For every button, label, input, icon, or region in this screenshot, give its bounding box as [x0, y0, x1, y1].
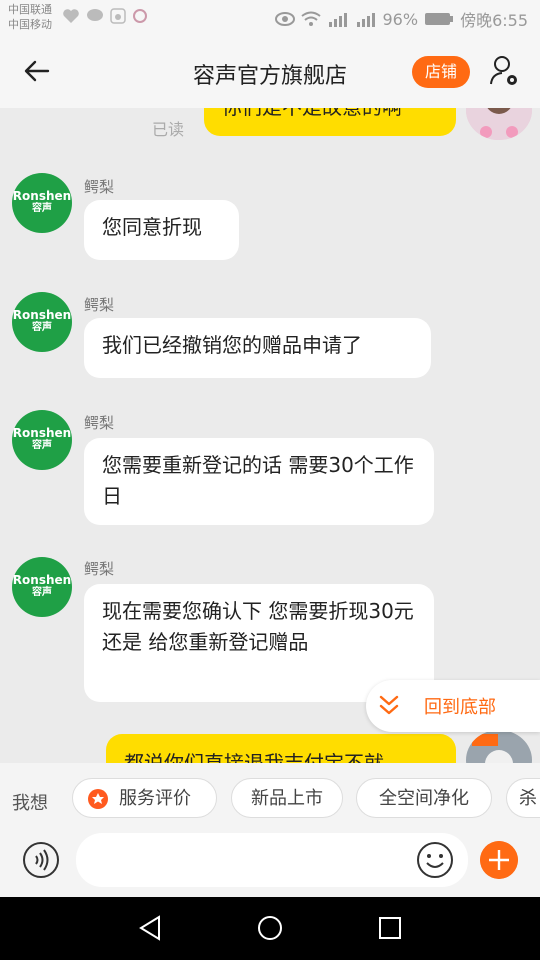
agent-avatar[interactable]: Ronshen 容声	[12, 173, 72, 233]
agent-avatar[interactable]: Ronshen 容声	[12, 557, 72, 617]
status-bar: 中国联通 中国移动 96% 傍晚6:55	[0, 0, 540, 36]
eye-icon	[274, 12, 295, 26]
avatar-brand: Ronshen	[12, 189, 72, 203]
my-message-bubble: 都说你们直接退我吉付宝不就	[106, 734, 456, 763]
nav-recents-icon[interactable]	[378, 916, 402, 940]
my-message-bubble: 你们是不是故意的啊	[204, 108, 456, 136]
sender-name: 鳄梨	[84, 178, 115, 196]
system-nav-bar	[0, 897, 540, 960]
status-right: 96% 傍晚6:55	[274, 7, 528, 31]
message-text: 我们已经撤销您的赠品申请了	[102, 333, 362, 357]
chip-label: 服务评价	[119, 788, 191, 809]
shop-button[interactable]: 店铺	[412, 56, 470, 88]
my-avatar[interactable]	[466, 730, 532, 763]
avatar-brand: Ronshen	[12, 573, 72, 587]
quick-reply-bar: 我想 服务评价 新品上市 全空间净化 杀	[0, 763, 540, 833]
message-text: 现在需要您确认下 您需要折现30元 还是 给您重新登记赠品	[102, 599, 414, 654]
chip-label: 杀	[519, 788, 537, 809]
my-message-text: 你们是不是故意的啊	[222, 108, 402, 119]
nav-back-icon[interactable]	[138, 915, 162, 941]
avatar-image	[466, 108, 532, 140]
wifi-icon	[300, 11, 321, 26]
heart-icon	[63, 9, 79, 23]
color-app-icon	[133, 9, 147, 23]
message-input[interactable]	[76, 833, 468, 887]
signal-icon-2	[356, 13, 375, 27]
notification-icons	[62, 8, 148, 24]
back-to-bottom-button[interactable]: 回到底部	[366, 680, 540, 732]
message-bubble: 您同意折现	[84, 200, 239, 260]
signal-icon	[328, 13, 347, 27]
avatar-brand-cn: 容声	[32, 440, 52, 451]
service-icon	[88, 789, 108, 809]
carrier-info: 中国联通 中国移动	[8, 2, 52, 32]
avatar-brand-cn: 容声	[32, 322, 52, 333]
avatar-brand: Ronshen	[12, 426, 72, 440]
user-settings-icon[interactable]	[488, 54, 520, 88]
message-bubble: 您需要重新登记的话 需要30个工作日	[84, 438, 434, 525]
message-bubble: 我们已经撤销您的赠品申请了	[84, 318, 431, 378]
sender-name: 鳄梨	[84, 296, 115, 314]
chat-area[interactable]: 已读 你们是不是故意的啊 Ronshen 容声 鳄梨 您同意折现 Ronshen…	[0, 108, 540, 763]
quick-chip-air-purify[interactable]: 全空间净化	[356, 778, 492, 818]
message-text: 您需要重新登记的话 需要30个工作日	[102, 453, 414, 508]
avatar-brand: Ronshen	[12, 308, 72, 322]
emoji-icon[interactable]	[416, 841, 454, 879]
chat-header: 容声官方旗舰店 店铺	[0, 36, 540, 108]
message-text: 您同意折现	[102, 215, 202, 239]
my-message-text: 都说你们直接退我吉付宝不就	[124, 751, 384, 763]
add-plus-icon[interactable]	[480, 841, 518, 879]
nav-home-icon[interactable]	[257, 915, 283, 941]
carrier-2: 中国移动	[8, 18, 52, 31]
carrier-1: 中国联通	[8, 3, 52, 16]
my-avatar[interactable]	[466, 108, 532, 140]
chip-label: 新品上市	[251, 788, 323, 809]
agent-avatar[interactable]: Ronshen 容声	[12, 410, 72, 470]
chip-label: 全空间净化	[379, 788, 469, 809]
avatar-brand-cn: 容声	[32, 203, 52, 214]
avatar-brand-cn: 容声	[32, 587, 52, 598]
voice-input-icon[interactable]	[22, 841, 60, 879]
agent-avatar[interactable]: Ronshen 容声	[12, 292, 72, 352]
sender-name: 鳄梨	[84, 560, 115, 578]
quick-chip-service-review[interactable]: 服务评价	[72, 778, 217, 818]
back-to-bottom-label: 回到底部	[424, 697, 496, 718]
quick-chip-more[interactable]: 杀	[506, 778, 540, 818]
sender-name: 鳄梨	[84, 414, 115, 432]
quick-reply-prefix: 我想	[12, 793, 48, 814]
double-chevron-down-icon	[379, 695, 399, 715]
read-receipt: 已读	[152, 120, 185, 139]
music-app-icon	[110, 8, 126, 24]
input-bar	[0, 833, 540, 897]
battery-icon	[425, 13, 454, 25]
quick-chip-new-products[interactable]: 新品上市	[231, 778, 343, 818]
message-icon	[87, 9, 103, 21]
avatar-image	[466, 730, 532, 763]
battery-percent: 96%	[382, 9, 419, 29]
clock: 傍晚6:55	[460, 11, 528, 30]
